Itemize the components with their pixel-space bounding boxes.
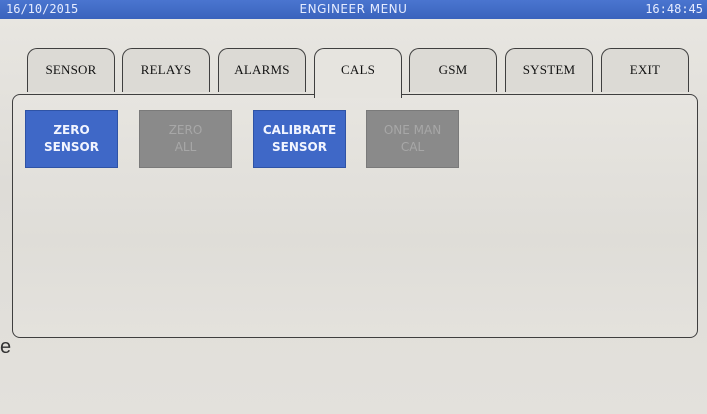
tab-exit[interactable]: EXIT: [601, 48, 689, 92]
touch-screen: 16/10/2015 ENGINEER MENU 16:48:45 SENSOR…: [0, 0, 707, 414]
zero-sensor-button[interactable]: ZERO SENSOR: [25, 110, 118, 168]
tab-relays[interactable]: RELAYS: [122, 48, 210, 92]
zero-all-button[interactable]: ZERO ALL: [139, 110, 232, 168]
tab-cals[interactable]: CALS: [314, 48, 402, 98]
time-display: 16:48:45: [645, 2, 703, 16]
stray-text: e: [0, 336, 12, 358]
calibrate-sensor-button[interactable]: CALIBRATE SENSOR: [253, 110, 346, 168]
tab-sensor[interactable]: SENSOR: [27, 48, 115, 92]
tab-gsm[interactable]: GSM: [409, 48, 497, 92]
title-bar: 16/10/2015 ENGINEER MENU 16:48:45: [0, 0, 707, 19]
tab-alarms[interactable]: ALARMS: [218, 48, 306, 92]
tab-system[interactable]: SYSTEM: [505, 48, 593, 92]
one-man-cal-button[interactable]: ONE MAN CAL: [366, 110, 459, 168]
menu-title: ENGINEER MENU: [299, 2, 408, 16]
